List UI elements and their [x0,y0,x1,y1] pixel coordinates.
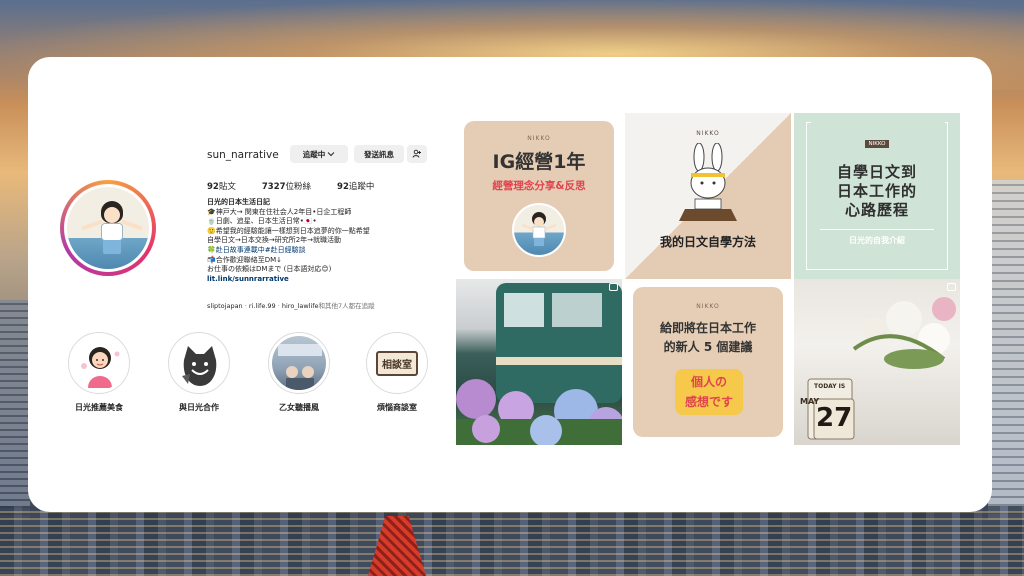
avatar-illustration [67,187,149,269]
message-button[interactable]: 發送訊息 [354,145,404,163]
post-tile-five-tips[interactable]: NIKKO 給即將在日本工作 的新人 5 個建議 個人の 感想です [625,279,791,445]
post-brand: NIKKO [696,130,720,137]
highlight-label: 煩惱商談室 [377,403,417,412]
post-title: 給即將在日本工作 的新人 5 個建議 [659,321,756,354]
train-photo [456,283,622,445]
background-buildings-right [988,180,1024,520]
consult-room-sign: 相談室 [376,350,418,376]
highlight-label: 日光推薦美食 [75,403,123,412]
post-subtitle: 經營理念分享&反思 [492,180,586,192]
opinion-sticker: 個人の 感想です [675,369,743,415]
bio-name: 日光的日本生活日記 [207,198,270,206]
rabbit-illustration [679,143,737,221]
divider [820,229,934,230]
background-city-lights [0,506,1024,576]
post-tile-journey[interactable]: NIKKO 自學日文到 日本工作的 心路歷程 日光的自我介紹 [794,113,960,279]
bio-line: 📬合作歡迎聯絡至DM↓ [207,255,283,264]
post-tile-self-study[interactable]: NIKKO 我的日文自學方法 [625,113,791,279]
message-button-label: 發送訊息 [364,149,394,159]
followed-by[interactable]: sliptojapan · ri.life.99 · hiro_lawlife和… [207,300,447,310]
bio-line: 🎓神戸大→ 関東在住社会人2年目•日企工程師 [207,207,352,216]
post-brand: NIKKO [696,303,720,310]
highlight-label: 乙女聽播風 [279,403,319,412]
post-avatar-illustration [512,203,566,257]
bio-link[interactable]: lit.link/sunnrarrative [207,275,437,285]
post-tile-flowers-photo[interactable]: TODAY IS MAY 27 [794,279,960,445]
reel-icon [947,283,956,291]
chevron-down-icon [327,152,335,157]
followers-count[interactable]: 7327位粉絲 [262,180,311,192]
post-brand: NIKKO [865,140,889,148]
highlight-collab[interactable]: 與日光合作 [166,332,232,413]
bio-line: 🍵日劇、追星、日本生活日常•🇯🇵• [207,217,317,226]
add-user-icon [412,149,421,158]
bio-line: 自學日文→日本交換→研究所2年→就職活動 [207,236,342,245]
highlight-collab-image [172,336,226,390]
following-button-label: 追蹤中 [302,149,326,159]
profile-bio: 日光的日本生活日記 🎓神戸大→ 関東在住社会人2年目•日企工程師 🍵日劇、追星、… [207,198,437,284]
calendar-top-label: TODAY IS [814,383,846,390]
calendar-day: 27 [816,403,853,433]
highlight-radio[interactable]: 乙女聽播風 [266,332,332,413]
bio-line: 🙂希望我的經驗能讓一樣想到日本追夢的你一點希望 [207,226,370,235]
post-tile-ig-one-year[interactable]: NIKKO IG經營1年 經營理念分享&反思 [456,113,622,279]
bio-line: お仕事の依頼はDMまで (日本語対応😊) [207,265,332,274]
highlight-label: 與日光合作 [179,403,219,412]
highlight-radio-image [272,336,326,390]
highlight-consult[interactable]: 相談室 煩惱商談室 [364,332,430,413]
post-brand: NIKKO [527,135,551,142]
profile-stats: 92貼文 7327位粉絲 92追蹤中 [207,180,374,192]
background-buildings-left [0,300,30,520]
following-count[interactable]: 92追蹤中 [337,180,374,192]
highlight-food-image [72,336,126,390]
highlight-consult-image: 相談室 [370,336,424,390]
profile-username: sun_narrative [207,149,279,161]
post-title: 我的日文自學方法 [659,235,756,249]
highlight-food[interactable]: 日光推薦美食 [66,332,132,413]
post-title: IG經營1年 [492,151,586,173]
reel-icon [609,283,618,291]
post-title: 自學日文到 日本工作的 心路歷程 [836,163,917,219]
profile-avatar[interactable] [60,180,156,276]
following-button[interactable]: 追蹤中 [290,145,348,163]
add-user-button[interactable] [407,145,427,163]
post-tile-train-photo[interactable] [456,279,622,445]
bio-line[interactable]: 🍀赴日故事連載中#赴日經驗談 [207,246,437,256]
post-subtitle: 日光的自我介紹 [849,236,905,245]
posts-count[interactable]: 92貼文 [207,180,236,192]
